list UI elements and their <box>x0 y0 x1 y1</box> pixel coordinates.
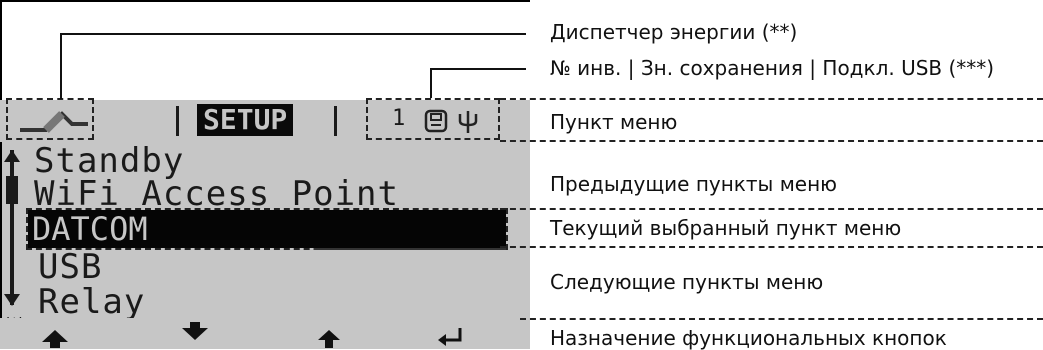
back-icon <box>318 330 340 348</box>
label-next-items: Следующие пункты меню <box>550 270 824 294</box>
scroll-down-icon <box>4 294 20 306</box>
label-previous-items: Предыдущие пункты меню <box>550 172 837 196</box>
separator-line <box>500 208 1043 210</box>
setup-label: SETUP <box>197 104 294 136</box>
separator-line <box>520 318 1043 320</box>
lcd-top-area <box>0 0 530 100</box>
label-function-buttons: Назначение функциональных кнопок <box>550 326 947 350</box>
label-energy-manager: Диспетчер энергии (**) <box>550 20 798 44</box>
menu-item-relay: Relay <box>38 282 146 322</box>
status-separator <box>334 106 337 136</box>
label-inverter-status: № инв. | Зн. сохранения | Подкл. USB (**… <box>550 56 995 80</box>
menu-item-usb: USB <box>38 247 103 287</box>
arrow-up-icon <box>42 330 68 348</box>
scrollbar-track <box>10 150 14 305</box>
arrow-down-icon <box>182 322 208 340</box>
status-separator <box>176 106 179 136</box>
menu-item-standby: Standby <box>34 141 185 181</box>
selected-item-box <box>26 208 508 250</box>
leader-inverter-h <box>430 68 526 70</box>
energy-manager-box <box>6 98 94 140</box>
leader-energy-manager-v <box>60 33 62 99</box>
lcd-top-border <box>0 0 530 2</box>
label-menu-item: Пункт меню <box>550 110 678 134</box>
separator-line <box>500 140 1043 142</box>
scroll-up-icon <box>4 150 20 162</box>
scrollbar-thumb <box>6 176 18 204</box>
leader-energy-manager-h <box>60 33 526 35</box>
status-indicator-box <box>366 98 500 140</box>
next-items-marker <box>314 248 506 250</box>
label-current-item: Текущий выбранный пункт меню <box>550 216 902 240</box>
leader-inverter-v <box>430 68 432 98</box>
menu-item-wifi-access-point: WiFi Access Point <box>34 174 399 214</box>
separator-line <box>500 98 1043 100</box>
enter-icon <box>438 328 462 346</box>
separator-line <box>500 246 1043 248</box>
